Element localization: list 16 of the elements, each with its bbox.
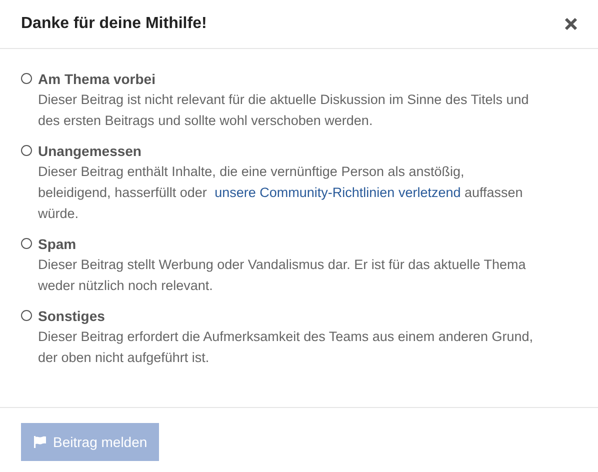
dialog-title: Danke für deine Mithilfe! [21, 15, 207, 33]
radio-button[interactable] [21, 310, 32, 321]
option-description: Dieser Beitrag enthält Inhalte, die eine vernünftige Person als anstößig, beleidigend, hasserfüllt oder unsere Community-Richtlinien verletzend auffassen würde. [38, 163, 524, 223]
option-label: Spam [38, 235, 76, 254]
radio-button[interactable] [21, 238, 32, 249]
option-label: Am Thema vorbei [38, 70, 156, 89]
option-description: Dieser Beitrag erfordert die Aufmerksamkeit des Teams aus einem anderen Grund, der oben nicht aufgeführt ist. [38, 328, 534, 367]
radio-button[interactable] [21, 73, 32, 84]
close-icon[interactable] [564, 17, 578, 31]
option-description: Dieser Beitrag stellt Werbung oder Vandalismus dar. Er ist für das aktuelle Thema weder nützlich noch relevant. [38, 256, 527, 295]
option-description: Dieser Beitrag ist nicht relevant für die aktuelle Diskussion im Sinne des Titels und des ersten Beitrags und sollte wohl verschoben werden. [38, 91, 530, 130]
flag-icon [33, 435, 47, 449]
option-label: Unangemessen [38, 142, 142, 161]
option-label: Sonstiges [38, 307, 105, 326]
guidelines-link[interactable]: unsere Community-Richtlinien verletzend [214, 185, 461, 200]
radio-button[interactable] [21, 145, 32, 156]
